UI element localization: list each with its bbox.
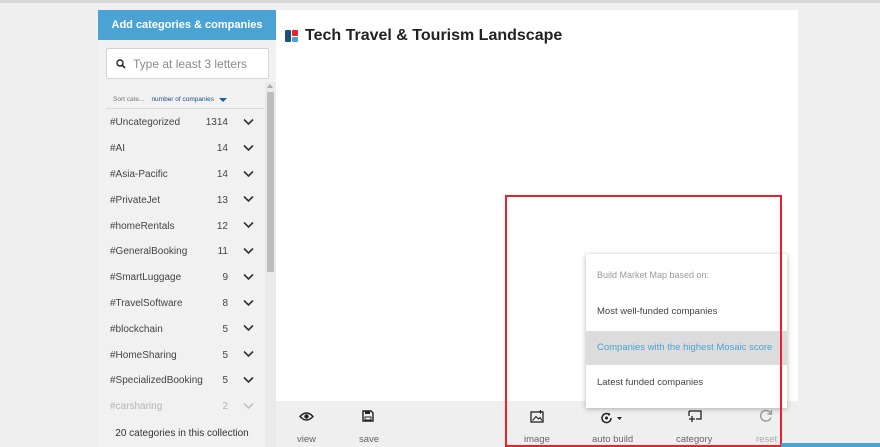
category-list: #Uncategorized 1314 #AI 14 #Asia-Pacific… <box>98 110 266 420</box>
category-count: 11 <box>217 246 228 258</box>
menu-item-well-funded[interactable]: Most well-funded companies <box>586 295 787 329</box>
sidebar: Add categories & companies Sort cate... … <box>98 10 276 447</box>
category-count: 8 <box>222 297 228 309</box>
category-name: #PrivateJet <box>110 194 161 206</box>
category-count: 2 <box>222 401 228 413</box>
chevron-down-icon[interactable] <box>243 350 254 358</box>
category-name: #SmartLuggage <box>110 272 182 284</box>
category-count: 5 <box>222 349 228 361</box>
sort-label: Sort cate... <box>113 96 145 103</box>
view-button[interactable]: view <box>296 401 318 447</box>
category-count: 13 <box>216 194 228 206</box>
category-item[interactable]: #carsharing 2 <box>98 394 266 420</box>
chevron-down-icon[interactable] <box>243 144 254 152</box>
page-title: Tech Travel & Tourism Landscape <box>305 27 563 44</box>
category-name: #blockchain <box>110 323 163 335</box>
category-name: #AI <box>110 143 126 155</box>
search-box <box>106 48 269 79</box>
menu-header: Build Market Map based on: <box>597 270 710 280</box>
category-name: #HomeSharing <box>110 349 177 361</box>
chevron-down-icon[interactable] <box>243 195 254 203</box>
image-label: image <box>524 434 550 445</box>
chevron-down-icon[interactable] <box>243 118 254 126</box>
category-item[interactable]: #PrivateJet 13 <box>98 187 266 213</box>
category-item[interactable]: #GeneralBooking 11 <box>98 239 266 265</box>
chevron-down-icon[interactable] <box>243 273 254 281</box>
collection-logo-icon <box>285 30 298 42</box>
save-button[interactable]: save <box>358 401 380 447</box>
image-button[interactable]: image <box>522 401 552 447</box>
reset-icon <box>760 409 773 422</box>
chevron-down-icon[interactable] <box>243 247 254 255</box>
save-icon <box>362 410 374 422</box>
auto-build-icon <box>601 412 622 424</box>
reset-label: reset <box>756 434 778 445</box>
category-item[interactable]: #SmartLuggage 9 <box>98 265 266 291</box>
category-name: #homeRentals <box>110 220 175 232</box>
category-count: 9 <box>222 272 228 284</box>
chevron-down-icon[interactable] <box>243 221 254 229</box>
category-count: 14 <box>216 143 228 155</box>
chevron-down-icon[interactable] <box>243 299 254 307</box>
category-item[interactable]: #AI 14 <box>98 136 266 162</box>
auto-build-label: auto build <box>592 434 634 445</box>
eye-icon <box>299 412 314 421</box>
category-label: category <box>676 434 713 445</box>
category-name: #TravelSoftware <box>110 297 183 309</box>
menu-item-latest-funded[interactable]: Latest funded companies <box>586 366 787 400</box>
category-name: #Asia-Pacific <box>110 168 168 180</box>
category-count: 14 <box>216 168 228 180</box>
image-icon <box>530 410 544 423</box>
category-count: 1314 <box>205 117 228 129</box>
add-categories-button[interactable]: Add categories & companies <box>98 10 276 40</box>
chevron-down-icon[interactable] <box>243 376 254 384</box>
category-item[interactable]: #homeRentals 12 <box>98 213 266 239</box>
category-name: #GeneralBooking <box>110 246 188 258</box>
sort-dropdown[interactable]: number of companies <box>151 96 214 103</box>
chevron-down-icon[interactable] <box>243 170 254 178</box>
category-item[interactable]: #SpecializedBooking 5 <box>98 368 266 394</box>
sort-row: Sort cate... number of companies <box>113 96 227 103</box>
category-count: 12 <box>216 220 228 232</box>
category-item[interactable]: #HomeSharing 5 <box>98 342 266 368</box>
add-category-icon <box>688 410 702 422</box>
scroll-up-arrow-icon[interactable] <box>267 84 273 88</box>
save-label: save <box>359 434 380 445</box>
search-input[interactable] <box>133 56 263 71</box>
category-count: 5 <box>222 323 228 335</box>
category-count: 5 <box>222 375 228 387</box>
title-row: Tech Travel & Tourism Landscape <box>285 27 562 45</box>
category-item[interactable]: #blockchain 5 <box>98 316 266 342</box>
caret-down-icon[interactable] <box>218 97 227 102</box>
sort-divider <box>106 108 264 109</box>
accent-strip <box>781 443 880 447</box>
sidebar-scrollbar[interactable] <box>265 82 276 447</box>
chevron-down-icon[interactable] <box>243 324 254 332</box>
view-label: view <box>297 434 317 445</box>
scrollbar-thumb[interactable] <box>267 92 274 272</box>
category-name: #Uncategorized <box>110 117 181 129</box>
window-top-bar <box>0 0 880 3</box>
category-item[interactable]: #Asia-Pacific 14 <box>98 162 266 188</box>
category-name: #carsharing <box>110 401 163 413</box>
category-item[interactable]: #TravelSoftware 8 <box>98 291 266 317</box>
category-count-footer: 20 categories in this collection <box>98 427 266 447</box>
auto-build-menu: Build Market Map based on: Most well-fun… <box>586 254 787 408</box>
category-item[interactable]: #Uncategorized 1314 <box>98 110 266 136</box>
menu-item-mosaic-score[interactable]: Companies with the highest Mosaic score <box>586 331 787 365</box>
category-name: #SpecializedBooking <box>110 375 203 387</box>
search-icon <box>116 58 126 69</box>
chevron-down-icon[interactable] <box>243 402 254 410</box>
